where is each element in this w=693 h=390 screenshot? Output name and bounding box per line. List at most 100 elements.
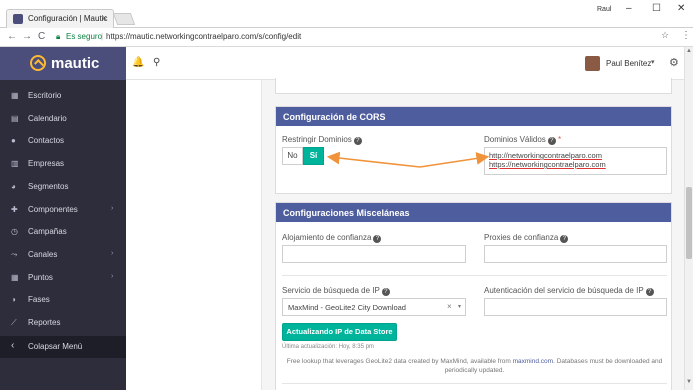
ip-service-description: Free lookup that leverages GeoLite2 data… — [286, 358, 663, 374]
sidebar-item-segmentos[interactable]: ◕ Segmentos — [0, 176, 126, 198]
puzzle-icon: ✚ — [11, 204, 18, 214]
help-icon: ? — [560, 235, 569, 243]
chrome-profile-name[interactable]: Raul — [597, 6, 611, 13]
brand-logo-area[interactable]: mautic — [0, 47, 126, 80]
ip-service-select[interactable]: MaxMind - GeoLite2 City Download × ▾ — [282, 298, 466, 316]
mautic-logo-icon — [30, 55, 46, 71]
sidebar-item-label: Segmentos — [28, 181, 69, 191]
previous-panel-bottom — [275, 78, 672, 94]
clock-icon: ◷ — [11, 227, 18, 237]
tachometer-icon: ◑ — [11, 295, 16, 305]
user-menu-caret-icon[interactable]: ▾ — [651, 58, 655, 66]
chevron-left-icon: ‹ — [11, 340, 15, 351]
sidebar-item-label: Puntos — [28, 272, 53, 282]
cors-panel-title: Configuración de CORS — [276, 107, 671, 126]
trusted-proxies-input[interactable] — [484, 245, 667, 263]
sidebar-item-componentes[interactable]: ✚ Componentes › — [0, 199, 126, 221]
chevron-right-icon: › — [111, 249, 114, 257]
domain-line: http://networkingcontraelparo.com — [489, 151, 602, 160]
ip-service-value: MaxMind - GeoLite2 City Download — [288, 303, 406, 312]
sidebar-item-label: Escritorio — [28, 91, 62, 100]
url-input[interactable]: 🔒︎ Es seguro | https://mautic.networking… — [53, 30, 673, 45]
sidebar-item-campanas[interactable]: ◷ Campañas — [0, 221, 126, 243]
new-tab-button[interactable] — [112, 13, 136, 25]
tab-close-icon[interactable]: × — [102, 13, 107, 23]
sidebar-item-label: Reportes — [28, 318, 61, 327]
top-header: 🔔 ⚲ Paul Benítez ▾ ⚙ — [126, 47, 684, 80]
sidebar: mautic ▦ Escritorio ▤ Calendario ● Contactos ▥… — [0, 47, 126, 390]
config-menu-column — [126, 80, 262, 390]
collapse-menu-button[interactable]: ‹ Colapsar Menú — [0, 336, 126, 358]
restrict-si-button[interactable]: Sí — [303, 147, 324, 165]
sidebar-item-empresas[interactable]: ▥ Empresas — [0, 153, 126, 175]
help-icon: ? — [645, 288, 654, 296]
trusted-proxies-label: Proxies de confianza? — [484, 233, 569, 243]
lock-icon: 🔒︎ — [56, 32, 61, 41]
chevron-right-icon: › — [111, 204, 114, 212]
search-icon[interactable]: ⚲ — [153, 57, 160, 68]
clear-selection-icon[interactable]: × — [447, 302, 452, 311]
browser-menu-icon[interactable]: ⋮ — [681, 30, 691, 41]
sidebar-item-contactos[interactable]: ● Contactos — [0, 130, 126, 152]
reload-icon[interactable]: C — [38, 31, 45, 42]
settings-gear-icon[interactable]: ⚙ — [669, 56, 679, 69]
sidebar-item-label: Calendario — [28, 113, 67, 123]
chevron-right-icon: › — [111, 272, 114, 280]
secure-label: Es seguro — [66, 32, 103, 41]
restrict-no-button[interactable]: No — [282, 147, 303, 165]
url-separator: | — [101, 32, 104, 41]
misc-panel-title: Configuraciones Misceláneas — [276, 203, 671, 222]
forward-icon[interactable]: → — [22, 31, 32, 42]
sidebar-item-calendario[interactable]: ▤ Calendario — [0, 108, 126, 130]
mautic-favicon-icon — [13, 14, 23, 24]
close-window-icon[interactable]: ✕ — [677, 3, 685, 14]
bookmark-star-icon[interactable]: ☆ — [661, 30, 669, 41]
valid-domains-textarea[interactable]: http://networkingcontraelparo.com https:… — [484, 147, 667, 175]
sidebar-item-reportes[interactable]: ⟋ Reportes — [0, 312, 126, 334]
scroll-up-icon[interactable]: ▲ — [686, 48, 692, 54]
divider — [282, 275, 667, 276]
url-text: https://mautic.networkingcontraelparo.co… — [106, 32, 302, 41]
address-bar-row: ← → C 🔒︎ Es seguro | https://mautic.netw… — [0, 28, 693, 47]
sidebar-item-label: Contactos — [28, 136, 65, 146]
trusted-hosts-input[interactable] — [282, 245, 466, 263]
sidebar-item-label: Fases — [28, 295, 50, 305]
maximize-icon[interactable]: ☐ — [652, 3, 661, 14]
ip-service-label: Servicio de búsqueda de IP? — [282, 286, 390, 296]
minimize-icon[interactable]: – — [626, 3, 632, 14]
user-icon: ● — [11, 136, 16, 146]
restrict-domains-label: Restringir Dominios? — [282, 135, 362, 145]
chevron-down-icon[interactable]: ▾ — [458, 303, 461, 310]
misc-panel: Configuraciones Misceláneas Alojamiento … — [275, 202, 672, 390]
avatar[interactable] — [585, 56, 600, 71]
page-scrollbar[interactable]: ▲ ▼ — [684, 47, 693, 390]
maxmind-link[interactable]: maxmind.com — [513, 358, 553, 365]
user-name[interactable]: Paul Benítez — [606, 59, 651, 68]
bell-icon[interactable]: 🔔 — [132, 57, 144, 68]
ip-auth-input[interactable] — [484, 298, 667, 316]
scroll-thumb[interactable] — [686, 187, 692, 259]
domain-line: https://networkingcontraelparo.com — [489, 160, 606, 169]
valid-domains-label: Dominios Válidos? * — [484, 135, 562, 145]
sidebar-item-puntos[interactable]: ▦ Puntos › — [0, 267, 126, 289]
browser-tab-bar: Configuración | Mautic × Raul – ☐ ✕ — [0, 0, 693, 28]
sidebar-item-fases[interactable]: ◑ Fases — [0, 289, 126, 311]
divider — [282, 383, 667, 384]
help-icon: ? — [353, 137, 362, 145]
collapse-menu-label: Colapsar Menú — [28, 342, 83, 351]
sidebar-item-label: Campañas — [28, 227, 67, 237]
sidebar-item-canales[interactable]: ⤳ Canales › — [0, 244, 126, 266]
help-icon: ? — [547, 137, 556, 145]
help-icon: ? — [373, 235, 382, 243]
line-chart-icon: ⟋ — [11, 318, 17, 327]
sidebar-item-escritorio[interactable]: ▦ Escritorio — [0, 85, 126, 107]
share-icon: ⤳ — [11, 249, 18, 259]
browser-tab[interactable]: Configuración | Mautic × — [6, 9, 114, 28]
update-ip-datastore-button[interactable]: Actualizando IP de Data Store — [282, 323, 397, 341]
tab-title: Configuración | Mautic — [28, 14, 108, 23]
main-content: Configuración de CORS Restringir Dominio… — [126, 78, 684, 390]
scroll-down-icon[interactable]: ▼ — [686, 379, 692, 385]
back-icon[interactable]: ← — [7, 31, 17, 42]
pie-chart-icon: ◕ — [11, 181, 16, 191]
last-update-text: Última actualización: Hoy, 8:35 pm — [282, 344, 374, 350]
